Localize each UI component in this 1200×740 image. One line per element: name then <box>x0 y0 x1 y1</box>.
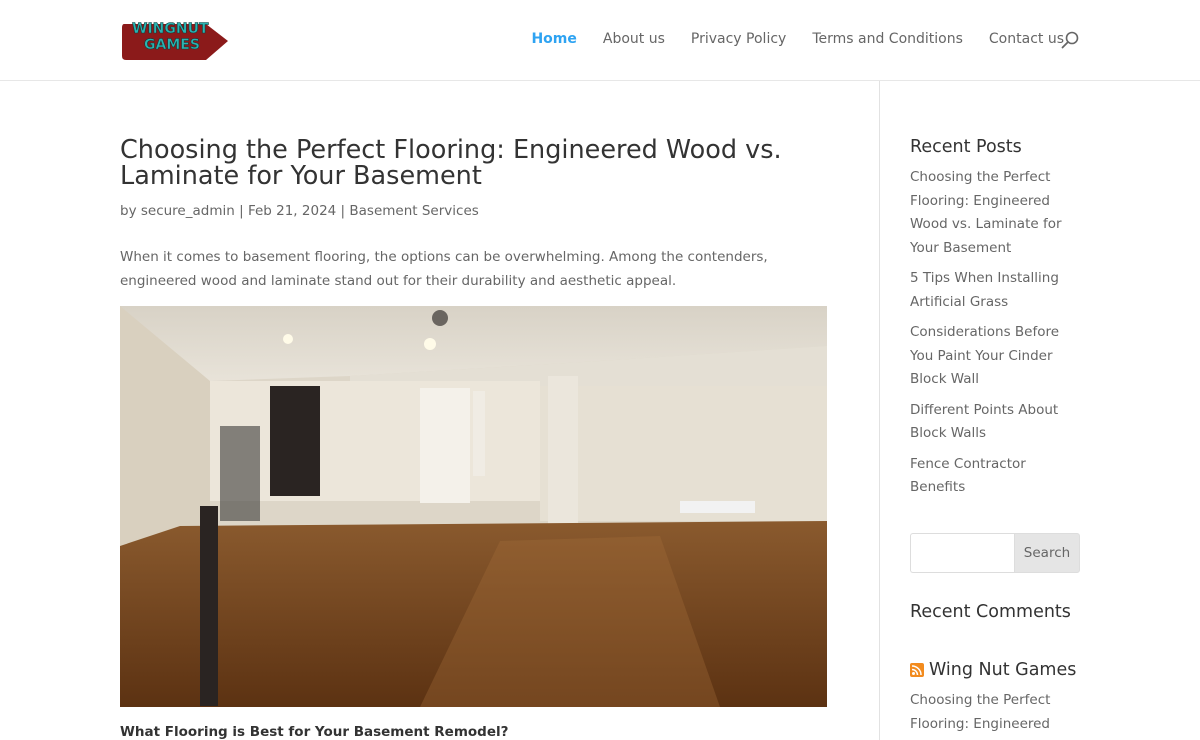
site-logo[interactable]: WINGNUT GAMES <box>122 14 232 64</box>
sidebar-search-input[interactable] <box>910 533 1014 573</box>
post-intro: When it comes to basement flooring, the … <box>120 249 768 289</box>
post-category-link[interactable]: Basement Services <box>349 203 478 219</box>
recent-post-link[interactable]: Different Points About Block Walls <box>910 402 1058 442</box>
recent-comments-title: Recent Comments <box>910 602 1071 622</box>
post-meta: by secure_admin | Feb 21, 2024 | Basemen… <box>120 203 479 219</box>
site-header: WINGNUT GAMES Home About us Privacy Poli… <box>0 0 1200 81</box>
nav-home[interactable]: Home <box>531 31 576 47</box>
nav-terms-and-conditions[interactable]: Terms and Conditions <box>812 31 963 47</box>
nav-about-us[interactable]: About us <box>603 31 665 47</box>
recent-post-item: Fence Contractor Benefits <box>910 453 1082 500</box>
recent-post-link[interactable]: 5 Tips When Installing Artificial Grass <box>910 270 1059 310</box>
recent-posts-list: Choosing the Perfect Flooring: Engineere… <box>910 166 1082 507</box>
post-featured-image <box>120 306 827 707</box>
rss-feed-link[interactable]: Wing Nut Games <box>929 658 1076 682</box>
nav-contact-us[interactable]: Contact us <box>989 31 1064 47</box>
search-icon[interactable] <box>1060 30 1080 50</box>
recent-post-item: Choosing the Perfect Flooring: Engineere… <box>910 166 1082 260</box>
post-title: Choosing the Perfect Flooring: Engineere… <box>120 135 782 191</box>
sidebar-divider <box>879 81 880 740</box>
post-date: Feb 21, 2024 <box>247 203 337 219</box>
rss-widget-title: Wing Nut Games <box>910 658 1076 682</box>
main-nav: Home About us Privacy Policy Terms and C… <box>531 31 1064 47</box>
recent-posts-title: Recent Posts <box>910 137 1022 157</box>
logo-line2: GAMES <box>144 37 200 53</box>
post-subheading: What Flooring is Best for Your Basement … <box>120 724 509 740</box>
nav-privacy-policy[interactable]: Privacy Policy <box>691 31 786 47</box>
recent-post-item: 5 Tips When Installing Artificial Grass <box>910 267 1082 314</box>
recent-post-item: Considerations Before You Paint Your Cin… <box>910 321 1082 392</box>
recent-post-link[interactable]: Choosing the Perfect Flooring: Engineere… <box>910 169 1062 256</box>
recent-post-link[interactable]: Considerations Before You Paint Your Cin… <box>910 324 1059 387</box>
meta-separator: | <box>239 203 248 219</box>
sidebar-search-form: Search <box>910 533 1080 573</box>
post-author-link[interactable]: secure_admin <box>141 203 235 219</box>
logo-line1: WINGNUT <box>132 21 209 37</box>
rss-icon[interactable] <box>910 663 924 677</box>
rss-post-link[interactable]: Choosing the Perfect Flooring: Engineere… <box>910 689 1082 736</box>
sidebar-search-button[interactable]: Search <box>1014 533 1080 573</box>
recent-post-link[interactable]: Fence Contractor Benefits <box>910 456 1026 496</box>
recent-post-item: Different Points About Block Walls <box>910 399 1082 446</box>
meta-prefix: by <box>120 203 137 219</box>
